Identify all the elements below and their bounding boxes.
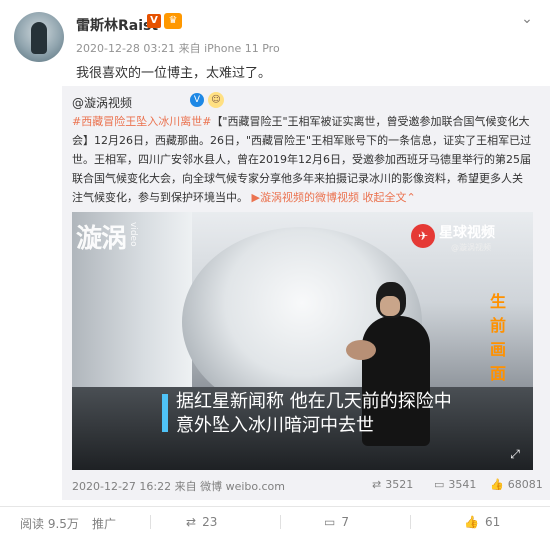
video-watermark-sub: video xyxy=(128,222,138,247)
repost-line: #西藏冒险王坠入冰川离世#【"西藏冒险王"王相军被证实离世，曾受邀参加联合国气候… xyxy=(72,115,530,128)
repost-icon: ⇄ xyxy=(186,515,197,529)
like-icon: 👍 xyxy=(490,478,504,491)
subtitle-accent-bar xyxy=(162,394,168,432)
channel-handle: @漩涡视频 xyxy=(451,243,491,252)
repost-icon: ⇄ xyxy=(372,478,382,491)
chevron-up-icon[interactable]: ⌃ xyxy=(406,191,415,204)
side-caption: 生前画面 xyxy=(489,292,506,383)
comment-icon: ▭ xyxy=(324,515,336,529)
repost-line: 联合国气候变化大会，向全球气候专家分享他多年来拍摄记录冰川的影像资料，希望更多人… xyxy=(72,172,523,185)
channel-name: 星球视频 xyxy=(439,225,495,241)
repost-author[interactable]: @漩涡视频 xyxy=(72,94,132,111)
repost-date: 2020-12-27 16:22 来自 微博 weibo.com xyxy=(72,480,285,493)
like-button[interactable]: 👍 61 xyxy=(464,515,500,529)
reposted-content: @漩涡视频 V ☺ #西藏冒险王坠入冰川离世#【"西藏冒险王"王相军被证实离世，… xyxy=(62,86,550,500)
video-subtitle: 据红星新闻称 他在几天前的探险中 意外坠入冰川暗河中去世 xyxy=(176,391,452,436)
like-icon: 👍 xyxy=(464,515,479,529)
action-separator xyxy=(410,515,411,529)
emoji-badge-icon: ☺ xyxy=(208,92,224,108)
repost-footer: 2020-12-27 16:22 来自 微博 weibo.com ⇄ 3521 ▭… xyxy=(72,478,543,494)
divider xyxy=(0,506,550,507)
repost-line: 注气候变化，参与到保护环境当中。 ▶漩涡视频的微博视频 收起全文⌃ xyxy=(72,191,416,204)
comment-button[interactable]: ▭ 7 xyxy=(324,515,349,529)
repost-body: #西藏冒险王坠入冰川离世#【"西藏冒险王"王相军被证实离世，曾受邀参加联合国气候… xyxy=(72,112,542,207)
avatar-figure xyxy=(31,22,47,54)
verified-icon: V xyxy=(190,93,204,107)
action-bar: 阅读 9.5万 推广 ⇄ 23 ▭ 7 👍 61 xyxy=(0,509,550,537)
video-watermark: 漩涡 xyxy=(76,224,127,254)
planet-logo-icon: ✈ xyxy=(411,224,435,248)
repost-line: 世。王相军，四川广安邻水县人，曾在2019年12月6日，受邀参加西班牙马德里举行… xyxy=(72,153,531,166)
post-text: 我很喜欢的一位博主，太难过了。 xyxy=(76,66,272,81)
fullscreen-icon[interactable]: ⤢ xyxy=(507,446,523,462)
repost-like-count[interactable]: 👍 68081 xyxy=(490,478,543,491)
video-player[interactable]: 漩涡 video ✈ 星球视频 @漩涡视频 生前画面 据红星新闻称 他在几天前的… xyxy=(72,212,533,470)
author-name[interactable]: 雷斯林Raist xyxy=(76,15,158,35)
avatar[interactable] xyxy=(14,12,64,62)
repost-line: 会】12月26日，西藏那曲。26日，"西藏冒险王"王相军账号下的一条信息，证实了… xyxy=(72,134,532,147)
action-separator xyxy=(150,515,151,529)
video-link[interactable]: 漩涡视频的微博视频 xyxy=(260,191,359,204)
promote-button[interactable]: 推广 xyxy=(92,515,116,532)
action-separator xyxy=(280,515,281,529)
collapse-link[interactable]: 收起全文 xyxy=(362,191,406,204)
post-meta: 2020-12-28 03:21 来自 iPhone 11 Pro xyxy=(76,42,280,55)
channel-logo: ✈ 星球视频 @漩涡视频 xyxy=(411,220,521,254)
repost-comment-count[interactable]: ▭ 3541 xyxy=(434,478,476,491)
repost-repost-count[interactable]: ⇄ 3521 xyxy=(372,478,413,491)
repost-button[interactable]: ⇄ 23 xyxy=(186,515,217,529)
vip-icon: V xyxy=(147,14,161,28)
view-count: 阅读 9.5万 xyxy=(20,517,79,531)
video-link-icon: ▶ xyxy=(251,191,260,204)
weibo-post-card: 雷斯林Raist V ♛ 2020-12-28 03:21 来自 iPhone … xyxy=(0,0,550,540)
chevron-down-icon[interactable]: ⌄ xyxy=(518,10,536,28)
crown-icon: ♛ xyxy=(164,13,182,29)
hashtag-link[interactable]: #西藏冒险王坠入冰川离世# xyxy=(72,115,211,128)
comment-icon: ▭ xyxy=(434,478,445,491)
